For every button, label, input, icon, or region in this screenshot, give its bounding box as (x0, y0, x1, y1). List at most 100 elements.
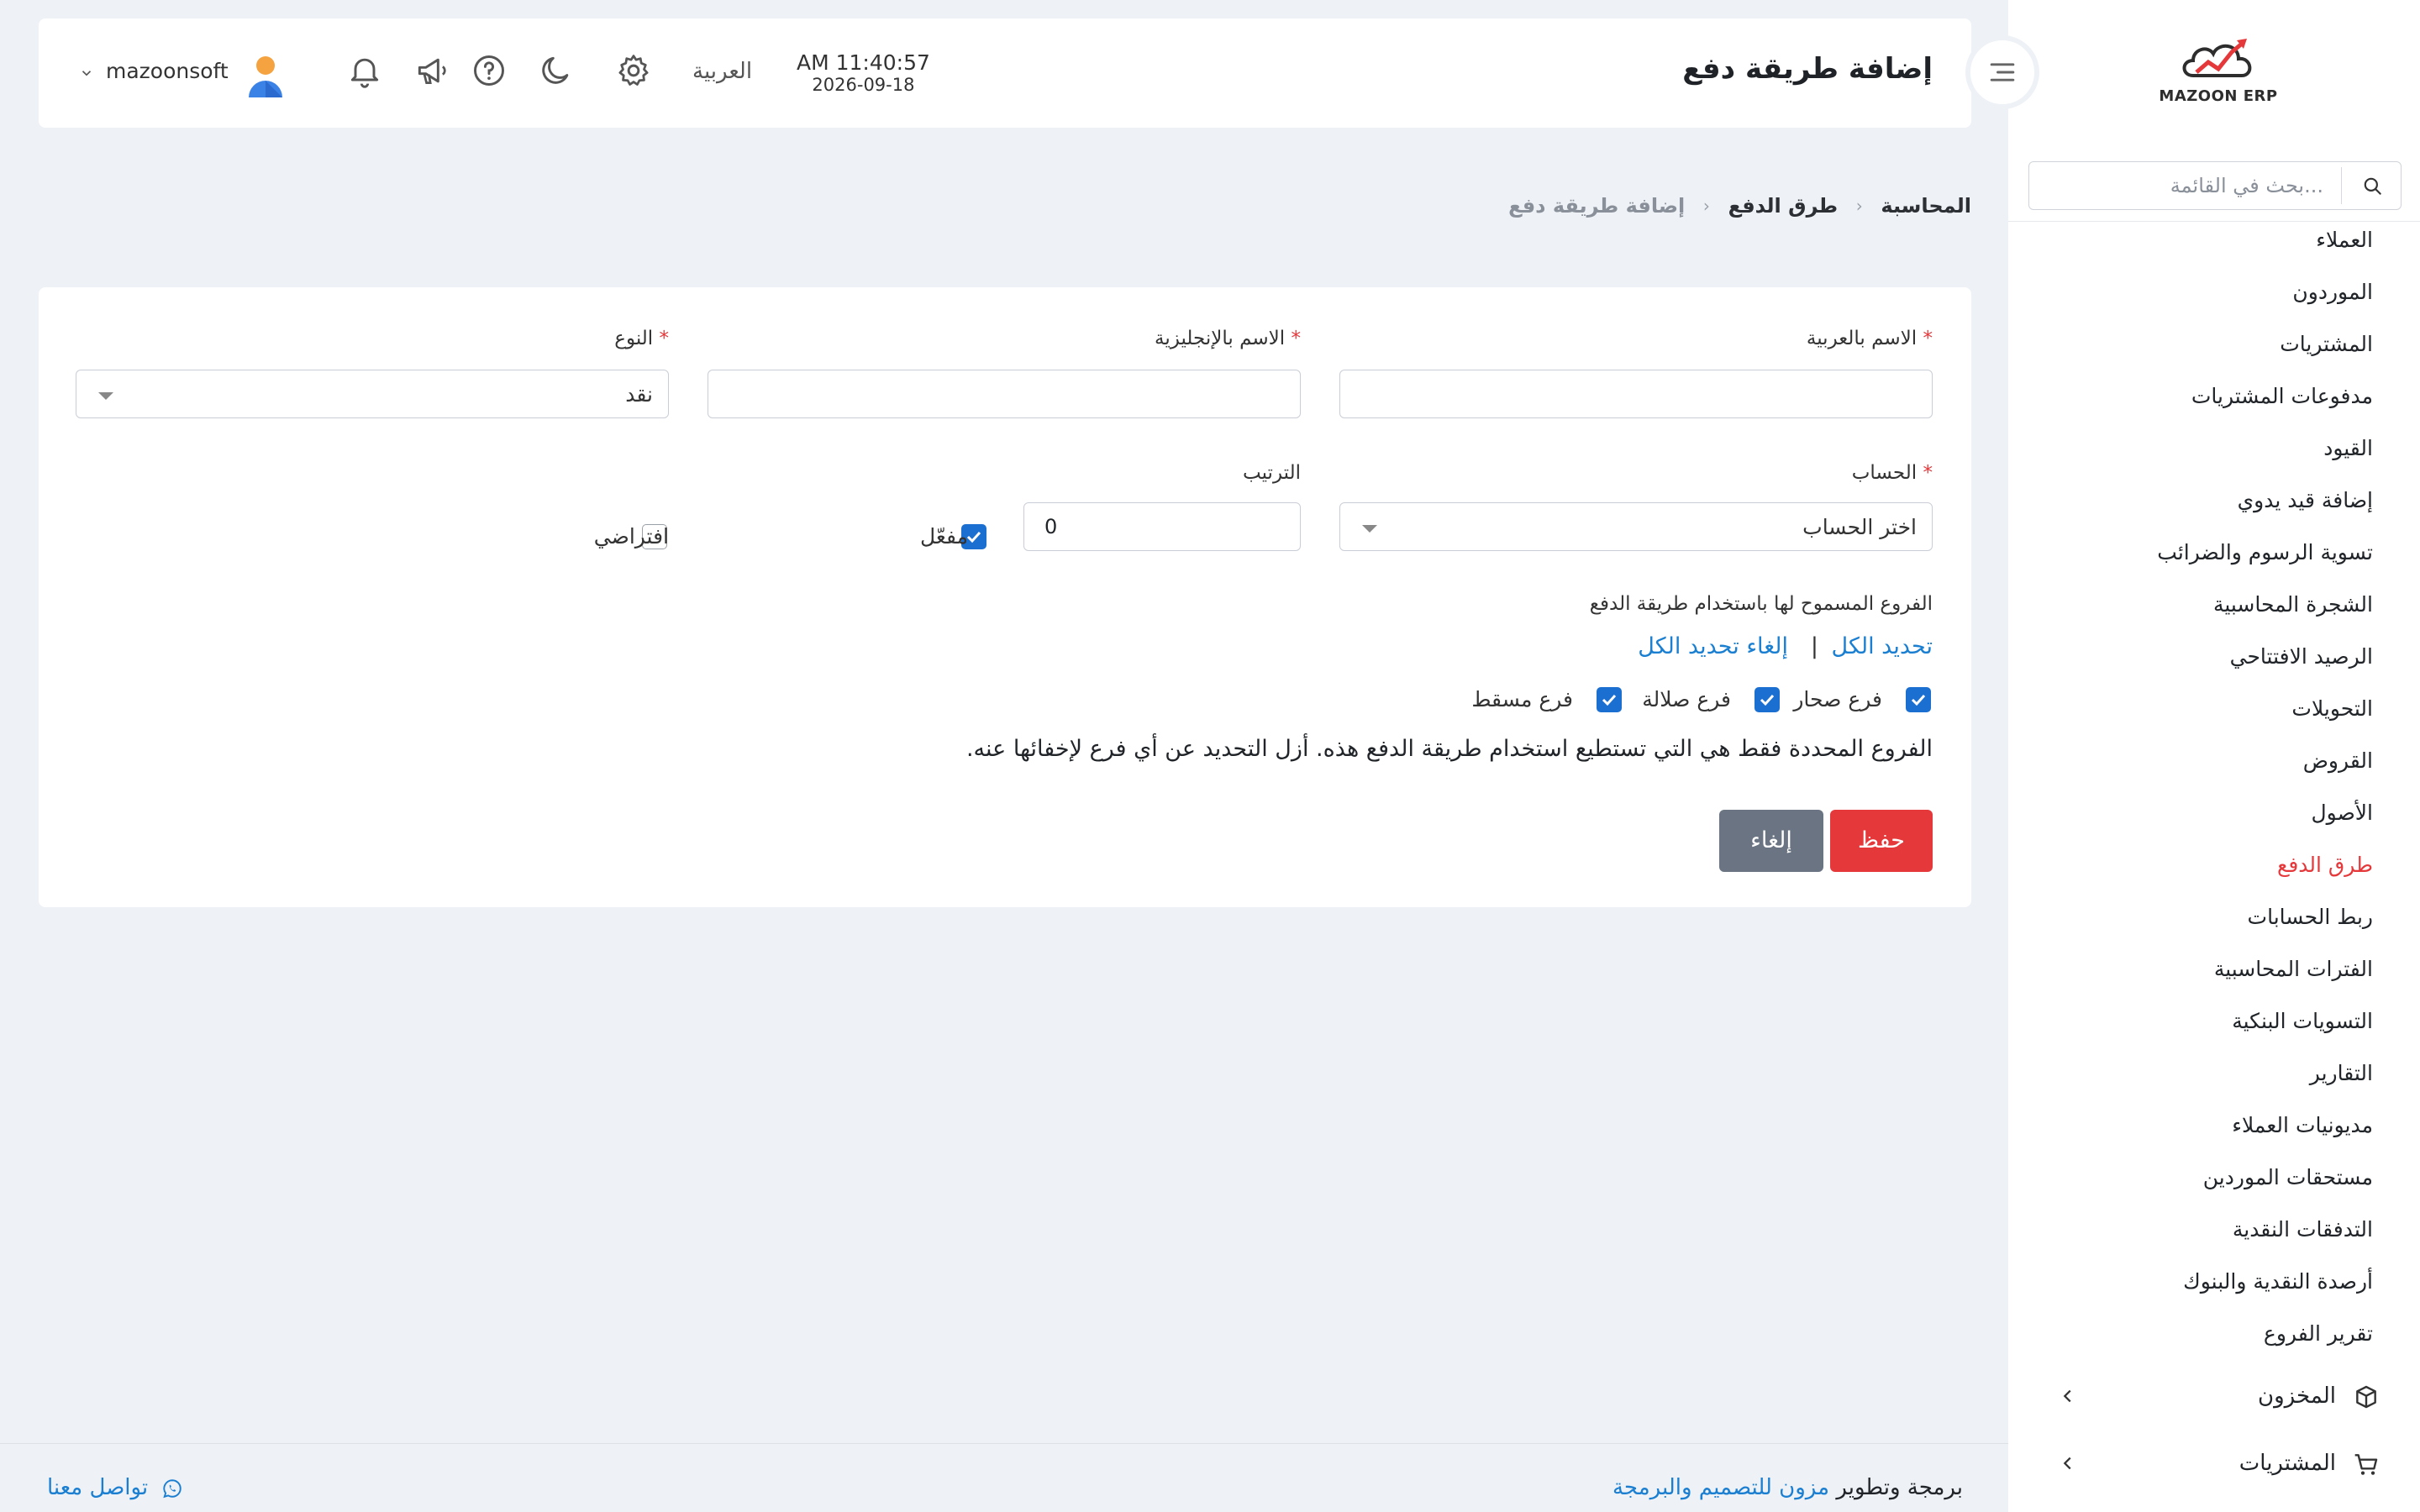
chevron-left-icon (2063, 1457, 2071, 1470)
sidebar-group-label: المخزون (2258, 1383, 2336, 1409)
type-label: النوع * (614, 328, 669, 349)
save-button[interactable]: حفظ (1830, 810, 1933, 872)
check-icon (1602, 694, 1617, 706)
sidebar-toggle-button[interactable] (1965, 35, 2039, 109)
sidebar-item-fiscal-periods[interactable]: الفترات المحاسبية (2214, 957, 2373, 981)
sidebar-item-customer-debts[interactable]: مديونيات العملاء (2232, 1113, 2373, 1137)
avatar[interactable] (245, 54, 286, 97)
type-select-value: نقد (625, 382, 653, 407)
cart-icon (2354, 1454, 2378, 1475)
bell-icon[interactable] (346, 52, 383, 89)
default-label: افتراضي (593, 524, 669, 549)
chevron-down-icon[interactable] (79, 66, 94, 81)
logo-text: MAZOON ERP (2159, 87, 2278, 105)
payment-method-form: الاسم بالعربية * الاسم بالإنجليزية * الن… (39, 287, 1971, 907)
moon-icon[interactable] (538, 52, 575, 89)
caret-down-icon (1362, 525, 1377, 533)
branch-muscat-label: فرع مسقط (1471, 687, 1573, 711)
breadcrumb-accounting[interactable]: المحاسبة (1881, 194, 1971, 218)
footer-credit-prefix: برمجة وتطوير (1836, 1475, 1963, 1500)
header-clock: AM 11:40:57 2026-09-18 (797, 50, 930, 95)
menu-divider (2008, 221, 2420, 222)
sidebar: MAZOON ERP العملاء الموردون المشتريات مد… (2008, 0, 2420, 1512)
top-header: إضافة طريقة دفع AM 11:40:57 2026-09-18 ا… (39, 18, 1971, 128)
megaphone-icon[interactable] (413, 52, 450, 89)
account-label: الحساب * (1851, 462, 1933, 484)
branch-salalah-label: فرع صلالة (1642, 687, 1731, 711)
sidebar-item-supplier-dues[interactable]: مستحقات الموردين (2203, 1165, 2373, 1189)
footer-credit: برمجة وتطوير مزون للتصميم والبرمجة (1612, 1475, 1963, 1500)
sidebar-item-suppliers[interactable]: الموردون (2292, 280, 2373, 304)
name-ar-label: الاسم بالعربية * (1806, 328, 1933, 349)
sidebar-item-opening-balance[interactable]: الرصيد الافتتاحي (2230, 644, 2373, 669)
breadcrumb-current: إضافة طريقة دفع (1508, 194, 1686, 218)
branch-sohar-checkbox[interactable] (1906, 687, 1931, 712)
sidebar-group-label: المشتريات (2238, 1451, 2336, 1476)
sidebar-item-fees-taxes[interactable]: تسوية الرسوم والضرائب (2157, 540, 2373, 564)
footer-divider (0, 1443, 2008, 1444)
sidebar-item-loans[interactable]: القروض (2303, 748, 2373, 773)
breadcrumb-payment-methods[interactable]: طرق الدفع (1728, 194, 1839, 218)
sidebar-item-bank-reconciliation[interactable]: التسويات البنكية (2232, 1009, 2373, 1033)
breadcrumb-separator-icon: ‹ (1702, 196, 1710, 216)
branch-salalah-checkbox[interactable] (1754, 687, 1780, 712)
sidebar-group-inventory[interactable]: المخزون (2008, 1372, 2420, 1422)
sidebar-item-manual-entry[interactable]: إضافة قيد يدوي (2238, 488, 2373, 512)
sidebar-item-purchase-payments[interactable]: مدفوعات المشتريات (2191, 384, 2373, 408)
deselect-all-link[interactable]: إلغاء تحديد الكل (1638, 633, 1788, 659)
menu-search (2028, 161, 2402, 210)
contact-us-link[interactable]: تواصل معنا (47, 1475, 183, 1500)
sidebar-item-transfers[interactable]: التحويلات (2291, 696, 2373, 721)
sidebar-item-account-linking[interactable]: ربط الحسابات (2248, 905, 2373, 929)
branch-muscat-checkbox[interactable] (1597, 687, 1622, 712)
menu-search-input[interactable] (2073, 162, 2325, 209)
branches-help-text: الفروع المحددة فقط هي التي تستطيع استخدا… (965, 736, 1933, 762)
sidebar-item-assets[interactable]: الأصول (2311, 801, 2373, 825)
order-input[interactable]: 0 (1023, 502, 1301, 551)
menu-toggle-icon (1990, 63, 2015, 81)
branches-label: الفروع المسموح لها باستخدام طريقة الدفع (1589, 593, 1933, 615)
username[interactable]: mazoonsoft (106, 59, 229, 83)
sidebar-item-purchases[interactable]: المشتريات (2280, 332, 2373, 356)
sidebar-item-payment-methods[interactable]: طرق الدفع (2277, 853, 2373, 877)
sidebar-item-branches-report[interactable]: تقرير الفروع (2264, 1321, 2373, 1346)
sidebar-item-cash-flows[interactable]: التدفقات النقدية (2233, 1217, 2373, 1242)
whatsapp-icon (163, 1478, 182, 1498)
cancel-button[interactable]: إلغاء (1719, 810, 1823, 872)
footer-brand-link[interactable]: مزون للتصميم والبرمجة (1612, 1475, 1829, 1500)
check-icon (1760, 694, 1775, 706)
check-icon (1911, 694, 1926, 706)
account-select[interactable]: اختر الحساب (1339, 502, 1933, 551)
sidebar-item-cash-bank-balances[interactable]: أرصدة النقدية والبنوك (2183, 1269, 2373, 1294)
brand-logo[interactable]: MAZOON ERP (2151, 34, 2286, 118)
order-input-value: 0 (1044, 515, 1058, 538)
search-icon[interactable] (2362, 176, 2384, 197)
help-icon[interactable] (471, 52, 508, 89)
order-label: الترتيب (1243, 462, 1301, 484)
name-en-input[interactable] (708, 370, 1301, 418)
language-switcher[interactable]: العربية (692, 59, 752, 84)
sidebar-item-chart-of-accounts[interactable]: الشجرة المحاسبية (2213, 592, 2373, 617)
breadcrumb: المحاسبة ‹ طرق الدفع ‹ إضافة طريقة دفع (1508, 193, 1971, 218)
link-separator: | (1810, 633, 1818, 659)
breadcrumb-separator-icon: ‹ (1855, 196, 1863, 216)
sidebar-item-reports[interactable]: التقارير (2310, 1061, 2373, 1085)
clock-date: 2026-09-18 (812, 75, 915, 95)
contact-us-label: تواصل معنا (47, 1475, 149, 1500)
box-icon (2356, 1385, 2376, 1409)
account-select-value: اختر الحساب (1802, 515, 1917, 539)
caret-down-icon (98, 392, 113, 400)
sidebar-group-purchases[interactable]: المشتريات (2008, 1439, 2420, 1489)
chevron-left-icon (2063, 1389, 2071, 1403)
clock-time: AM 11:40:57 (797, 50, 930, 75)
page-title: إضافة طريقة دفع (1682, 52, 1933, 86)
sidebar-item-customers[interactable]: العملاء (2316, 228, 2373, 252)
logo-cloud-icon (2182, 39, 2252, 77)
sidebar-item-entries[interactable]: القيود (2323, 436, 2373, 460)
gear-icon[interactable] (615, 52, 652, 89)
name-ar-input[interactable] (1339, 370, 1933, 418)
type-select[interactable]: نقد (76, 370, 669, 418)
branch-sohar-label: فرع صحار (1793, 687, 1882, 711)
name-en-label: الاسم بالإنجليزية * (1155, 328, 1301, 349)
select-all-link[interactable]: تحديد الكل (1832, 633, 1933, 659)
